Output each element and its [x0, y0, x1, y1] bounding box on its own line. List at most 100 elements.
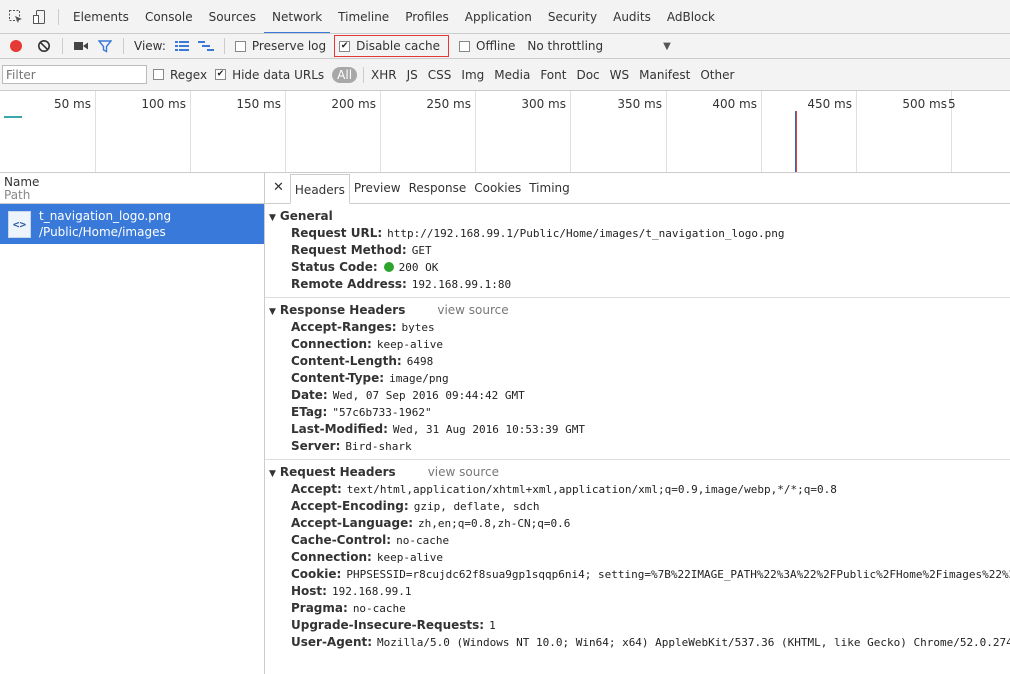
- device-mode-icon[interactable]: [28, 5, 52, 29]
- timeline-tick-label: 400 ms: [712, 97, 757, 111]
- header-value: no-cache: [352, 602, 406, 615]
- request-row-selected[interactable]: <> t_navigation_logo.png /Public/Home/im…: [0, 204, 264, 244]
- tab-preview[interactable]: Preview: [350, 173, 405, 203]
- close-icon[interactable]: ✕: [271, 173, 290, 203]
- general-section-header[interactable]: ▼ General: [265, 207, 1010, 225]
- tab-response[interactable]: Response: [405, 173, 471, 203]
- large-rows-list-icon[interactable]: [170, 34, 194, 58]
- filter-all[interactable]: All: [332, 66, 358, 83]
- devtools-tab-bar: Elements Console Sources Network Timelin…: [0, 0, 1010, 34]
- header-name: Status Code:: [291, 260, 378, 274]
- header-row: Request URL: http://192.168.99.1/Public/H…: [265, 225, 1010, 242]
- checkbox-box-checked[interactable]: ✔: [215, 69, 227, 80]
- header-name: Accept:: [291, 482, 342, 496]
- tab-security[interactable]: Security: [540, 0, 605, 33]
- checkbox-box[interactable]: [153, 69, 164, 80]
- tab-application[interactable]: Application: [457, 0, 540, 33]
- timeline-tick: 150 ms: [191, 91, 286, 172]
- tab-console[interactable]: Console: [137, 0, 201, 33]
- network-filter-bar: Regex ✔ Hide data URLs All XHR JS CSS Im…: [0, 59, 1010, 91]
- preserve-log-checkbox[interactable]: Preserve log: [234, 39, 327, 53]
- header-row: Accept: text/html,application/xhtml+xml,a…: [265, 481, 1010, 498]
- timeline-tick: 100 ms: [96, 91, 191, 172]
- request-list: Name Path <> t_navigation_logo.png /Publ…: [0, 173, 265, 674]
- offline-checkbox[interactable]: Offline: [459, 39, 515, 53]
- filter-img[interactable]: Img: [456, 68, 489, 82]
- filter-other[interactable]: Other: [695, 68, 739, 82]
- view-source-link[interactable]: view source: [437, 303, 508, 317]
- header-value: zh,en;q=0.8,zh-CN;q=0.6: [418, 517, 571, 530]
- timeline-tick-label: 300 ms: [521, 97, 566, 111]
- request-headers-section-header[interactable]: ▼ Request Headers view source: [265, 463, 1010, 481]
- tab-timeline[interactable]: Timeline: [330, 0, 397, 33]
- timeline-tick: 450 ms: [762, 91, 857, 172]
- status-ok-icon: [383, 262, 394, 272]
- filter-css[interactable]: CSS: [423, 68, 457, 82]
- filter-media[interactable]: Media: [489, 68, 535, 82]
- timeline-tick: 350 ms: [571, 91, 667, 172]
- tab-timing[interactable]: Timing: [525, 173, 574, 203]
- header-value: keep-alive: [376, 551, 444, 564]
- view-source-link[interactable]: view source: [428, 465, 499, 479]
- response-headers-section-header[interactable]: ▼ Response Headers view source: [265, 301, 1010, 319]
- filter-icon[interactable]: [93, 34, 117, 58]
- tab-audits[interactable]: Audits: [605, 0, 659, 33]
- tab-elements[interactable]: Elements: [65, 0, 137, 33]
- timeline-tick-label: 500 ms: [902, 97, 947, 111]
- header-row: Date: Wed, 07 Sep 2016 09:44:42 GMT: [265, 387, 1010, 404]
- tab-network[interactable]: Network: [264, 0, 331, 33]
- filter-ws[interactable]: WS: [605, 68, 634, 82]
- header-row: Status Code: 200 OK: [265, 259, 1010, 276]
- tab-headers[interactable]: Headers: [289, 174, 350, 204]
- header-value: Mozilla/5.0 (Windows NT 10.0; Win64; x64…: [377, 636, 1010, 649]
- filter-xhr[interactable]: XHR: [366, 68, 402, 82]
- request-details: ✕ Headers Preview Response Cookies Timin…: [265, 173, 1010, 674]
- header-name: Accept-Encoding:: [291, 499, 409, 513]
- chevron-down-icon[interactable]: ▼: [663, 41, 671, 52]
- image-file-icon: <>: [8, 210, 31, 238]
- header-value: 6498: [406, 355, 434, 368]
- triangle-down-icon[interactable]: ▼: [269, 213, 276, 223]
- tab-sources[interactable]: Sources: [201, 0, 264, 33]
- tab-cookies[interactable]: Cookies: [470, 173, 525, 203]
- waterfall-overview-icon[interactable]: [194, 34, 218, 58]
- checkbox-box[interactable]: [234, 40, 246, 52]
- filter-manifest[interactable]: Manifest: [634, 68, 695, 82]
- disable-cache-checkbox[interactable]: ✔ Disable cache: [334, 35, 449, 57]
- timeline-overview[interactable]: 50 ms 100 ms 150 ms 200 ms 250 ms 300 ms…: [0, 91, 1010, 173]
- checkbox-box-checked[interactable]: ✔: [339, 40, 351, 52]
- timeline-tick-label: 250 ms: [426, 97, 471, 111]
- record-icon[interactable]: [4, 34, 28, 58]
- header-value: GET: [411, 244, 432, 257]
- filter-doc[interactable]: Doc: [571, 68, 604, 82]
- header-name: User-Agent:: [291, 635, 373, 649]
- regex-checkbox[interactable]: Regex: [153, 68, 207, 82]
- details-tab-bar: ✕ Headers Preview Response Cookies Timin…: [265, 173, 1010, 204]
- header-value: bytes: [401, 321, 435, 334]
- header-row: Content-Type: image/png: [265, 370, 1010, 387]
- preserve-log-label: Preserve log: [251, 39, 327, 53]
- checkbox-box[interactable]: [459, 40, 470, 52]
- header-row: ETag: "57c6b733-1962": [265, 404, 1010, 421]
- throttling-select[interactable]: No throttling: [527, 39, 603, 53]
- header-row: Cache-Control: no-cache: [265, 532, 1010, 549]
- timeline-tick: 250 ms: [381, 91, 476, 172]
- video-camera-icon[interactable]: [69, 34, 93, 58]
- tab-adblock[interactable]: AdBlock: [659, 0, 723, 33]
- view-label: View:: [134, 39, 166, 53]
- name-column-header[interactable]: Name Path: [0, 173, 264, 204]
- filter-font[interactable]: Font: [535, 68, 571, 82]
- hide-data-urls-checkbox[interactable]: ✔ Hide data URLs: [215, 68, 324, 82]
- header-name: Content-Length:: [291, 354, 402, 368]
- header-value: PHPSESSID=r8cujdc62f8sua9gp1sqqp6ni4; se…: [346, 568, 1010, 581]
- filter-js[interactable]: JS: [402, 68, 423, 82]
- triangle-down-icon[interactable]: ▼: [269, 307, 276, 317]
- inspect-element-icon[interactable]: [4, 5, 28, 29]
- filter-input[interactable]: [2, 65, 147, 84]
- header-value: 192.168.99.1: [331, 585, 412, 598]
- triangle-down-icon[interactable]: ▼: [269, 469, 276, 479]
- tab-profiles[interactable]: Profiles: [397, 0, 457, 33]
- header-value: no-cache: [396, 534, 450, 547]
- header-name: Cache-Control:: [291, 533, 392, 547]
- clear-icon[interactable]: [32, 34, 56, 58]
